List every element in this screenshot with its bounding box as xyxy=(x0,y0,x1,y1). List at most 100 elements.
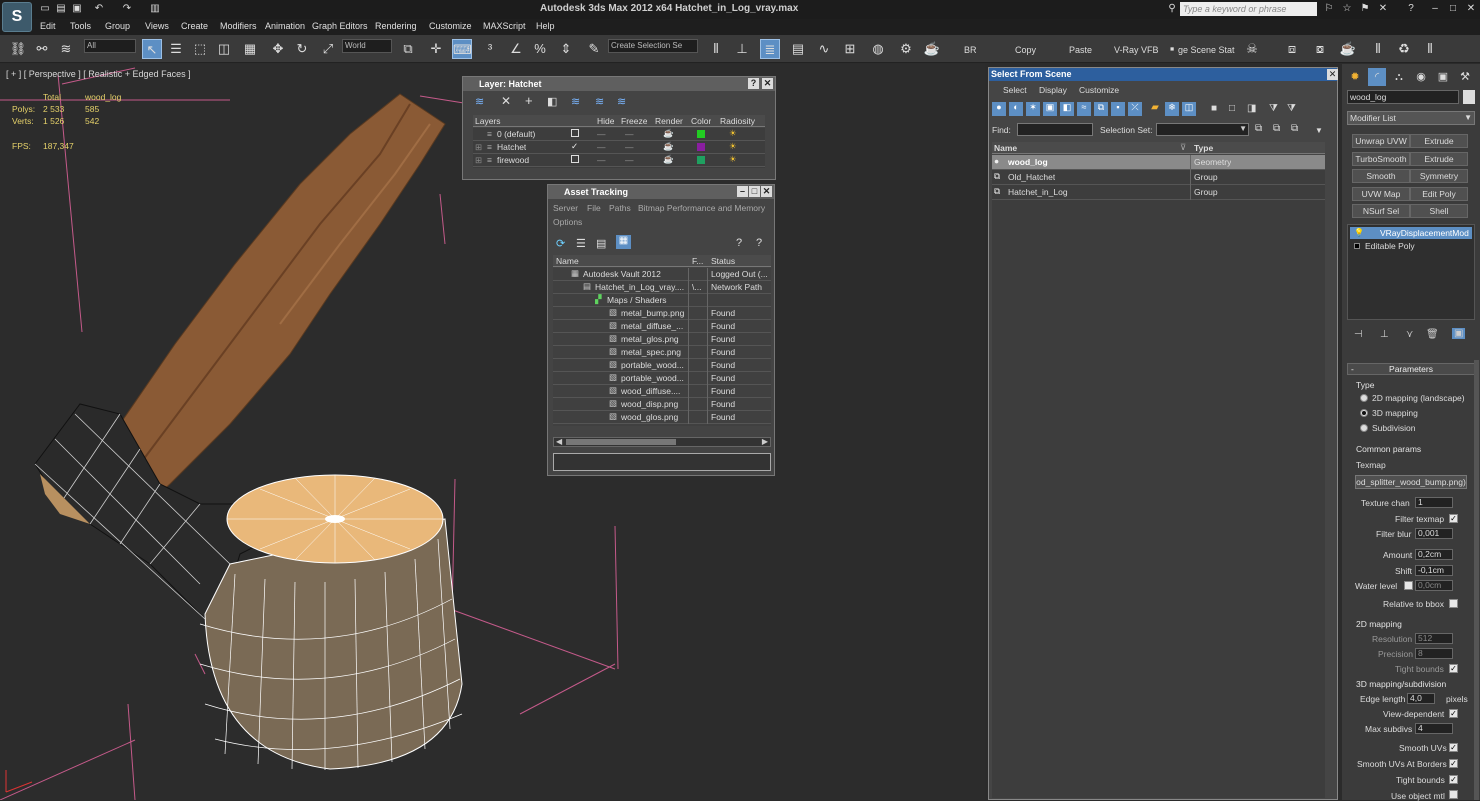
table-view-icon[interactable]: ▦ xyxy=(616,235,631,249)
menu-create[interactable]: Create xyxy=(181,21,208,31)
layer-dialog-title[interactable]: Layer: Hatchet ? ✕ xyxy=(463,77,775,91)
radiosity-icon[interactable]: ☀ xyxy=(729,128,737,139)
select-object-icon[interactable]: ↖ xyxy=(142,39,162,59)
menu-options[interactable]: Options xyxy=(553,217,582,227)
hierarchy-tab-icon[interactable]: ⛬ xyxy=(1390,68,1408,86)
object-color-swatch[interactable] xyxy=(1463,90,1475,104)
close-icon[interactable]: ✕ xyxy=(761,186,772,197)
active-layer-check-icon[interactable]: ✓ xyxy=(571,141,578,152)
menu-paths[interactable]: Paths xyxy=(609,203,631,213)
menu-graph-editors[interactable]: Graph Editors xyxy=(312,21,368,31)
refresh-icon[interactable]: ⟳ xyxy=(556,237,565,250)
info-center-icon[interactable]: ✕ xyxy=(1376,2,1390,16)
scene-object-row[interactable]: ⧉ Old_Hatchet Group xyxy=(992,170,1325,185)
hide-all-layers-icon[interactable]: ≋ xyxy=(595,95,604,108)
asset-row[interactable]: ▧ portable_wood... Found xyxy=(553,372,771,385)
object-tool-icon[interactable]: ⧇ xyxy=(1310,39,1330,59)
material-editor-icon[interactable]: ◍ xyxy=(868,39,888,59)
close-window-icon[interactable]: ✕ xyxy=(1464,2,1478,16)
viewport-label[interactable]: [ + ] [ Perspective ] [ Realistic + Edge… xyxy=(6,69,191,79)
undo-icon[interactable]: ↶ xyxy=(92,2,106,16)
modifier-button-smooth[interactable]: Smooth xyxy=(1352,169,1410,183)
resolution-spinner[interactable]: 512 xyxy=(1415,633,1453,644)
asset-row[interactable]: ▧ metal_diffuse_... Found xyxy=(553,320,771,333)
remove-modifier-icon[interactable]: 🗑 xyxy=(1426,329,1439,340)
make-unique-icon[interactable]: ⋎ xyxy=(1406,329,1413,340)
freeze-all-layers-icon[interactable]: ≋ xyxy=(617,95,626,108)
app-logo-button[interactable]: S xyxy=(2,2,32,32)
reference-coordinate-dropdown[interactable]: World xyxy=(342,39,392,53)
shift-spinner[interactable]: -0,1cm xyxy=(1415,565,1453,576)
object-name-input[interactable]: wood_log xyxy=(1347,90,1459,104)
asset-row[interactable]: ▤ Hatchet_in_Log_vray.... \... Network Path xyxy=(553,281,771,294)
move-icon[interactable]: ✥ xyxy=(268,39,288,59)
hide-toggle[interactable]: — xyxy=(597,142,606,152)
expand-icon[interactable]: ⊞ xyxy=(475,142,482,153)
display-containers-icon[interactable]: ▰ xyxy=(1148,102,1162,116)
recycle-tool-icon[interactable]: ♻ xyxy=(1394,39,1414,59)
scroll-thumb[interactable] xyxy=(566,439,676,445)
col-type[interactable]: Type xyxy=(1194,143,1213,153)
render-teapot-icon[interactable]: ☕ xyxy=(663,128,674,139)
set-remove-icon[interactable]: ⧉ xyxy=(1273,123,1280,134)
menu-edit[interactable]: Edit xyxy=(40,21,56,31)
layer-manager-icon[interactable]: ≣ xyxy=(760,39,780,59)
named-selection-set-dropdown[interactable]: Create Selection Se xyxy=(608,39,698,53)
display-tab-icon[interactable]: ▣ xyxy=(1434,68,1452,86)
tight-bounds-checkbox[interactable]: ✓ xyxy=(1449,664,1458,673)
detail-view-icon[interactable]: ▤ xyxy=(596,237,606,250)
texture-chan-spinner[interactable]: 1 xyxy=(1415,497,1453,508)
manipulate-icon[interactable]: ✛ xyxy=(426,39,446,59)
radiosity-icon[interactable]: ☀ xyxy=(729,154,737,165)
display-frozen-icon[interactable]: ❄ xyxy=(1165,102,1179,116)
menu-server[interactable]: Server xyxy=(553,203,578,213)
col-hide[interactable]: Hide xyxy=(597,116,614,126)
select-and-link-icon[interactable]: ⛓ xyxy=(8,39,28,59)
render-setup-icon[interactable]: ⚙ xyxy=(896,39,916,59)
modifier-button-uvw-map[interactable]: UVW Map xyxy=(1352,187,1410,201)
display-helpers-icon[interactable]: ◧ xyxy=(1060,102,1074,116)
modifier-button-shell[interactable]: Shell xyxy=(1410,204,1468,218)
col-layers[interactable]: Layers xyxy=(475,116,501,126)
freeze-toggle[interactable]: — xyxy=(625,142,634,152)
asset-row[interactable]: ▧ metal_bump.png Found xyxy=(553,307,771,320)
modify-tab-icon[interactable]: ◜ xyxy=(1368,68,1386,86)
teapot-tool-icon[interactable]: ☕ xyxy=(1338,39,1358,59)
pivot-center-icon[interactable]: ⧉ xyxy=(398,39,418,59)
new-file-icon[interactable]: ▭ xyxy=(38,2,52,16)
set-add-icon[interactable]: ⧉ xyxy=(1255,123,1262,134)
radio-2d-mapping[interactable] xyxy=(1360,394,1368,402)
edge-length-spinner[interactable]: 4,0 xyxy=(1407,693,1435,704)
delete-layer-icon[interactable]: ✕ xyxy=(501,94,511,108)
command-panel-scrollbar[interactable] xyxy=(1474,360,1479,800)
set-edit-icon[interactable]: ⧉ xyxy=(1291,123,1298,134)
rotate-icon[interactable]: ↻ xyxy=(292,39,312,59)
help-icon[interactable]: ? xyxy=(1404,2,1418,16)
configure-modifier-sets-icon[interactable]: ▣ xyxy=(1452,328,1466,339)
amount-spinner[interactable]: 0,2cm xyxy=(1415,549,1453,560)
modifier-button-nsurf-sel[interactable]: NSurf Sel xyxy=(1352,204,1410,218)
select-from-scene-title[interactable]: Select From Scene xyxy=(989,68,1337,81)
asset-row[interactable]: ▦ Autodesk Vault 2012 Logged Out (... xyxy=(553,268,771,281)
menu-customize[interactable]: Customize xyxy=(429,21,472,31)
filter-blur-spinner[interactable]: 0,001 xyxy=(1415,528,1453,539)
edit-named-selection-icon[interactable]: ✎ xyxy=(584,39,604,59)
col-freeze[interactable]: Freeze xyxy=(621,116,647,126)
motion-tab-icon[interactable]: ◉ xyxy=(1412,68,1430,86)
favorites-icon[interactable]: ☆ xyxy=(1340,2,1354,16)
open-file-icon[interactable]: ▤ xyxy=(54,2,68,16)
rectangular-selection-icon[interactable]: ⬚ xyxy=(190,39,210,59)
highlight-layer-icon[interactable]: ≋ xyxy=(571,95,580,108)
align-left-tool-icon[interactable]: ⦀ xyxy=(1368,39,1388,59)
display-spacewarps-icon[interactable]: ≈ xyxy=(1077,102,1091,116)
water-level-checkbox[interactable] xyxy=(1404,581,1413,590)
scroll-left-icon[interactable]: ◀ xyxy=(556,437,562,446)
menu-rendering[interactable]: Rendering xyxy=(375,21,417,31)
menu-modifiers[interactable]: Modifiers xyxy=(220,21,257,31)
skull-script-icon[interactable]: ☠ xyxy=(1242,39,1262,59)
hide-toggle[interactable]: — xyxy=(597,129,606,139)
vray-vfb-button[interactable]: V-Ray VFB xyxy=(1114,45,1159,55)
col-render[interactable]: Render xyxy=(655,116,683,126)
parameters-rollout-header[interactable]: - Parameters xyxy=(1347,363,1475,375)
stack-item-editable-poly[interactable]: Editable Poly xyxy=(1350,240,1472,252)
